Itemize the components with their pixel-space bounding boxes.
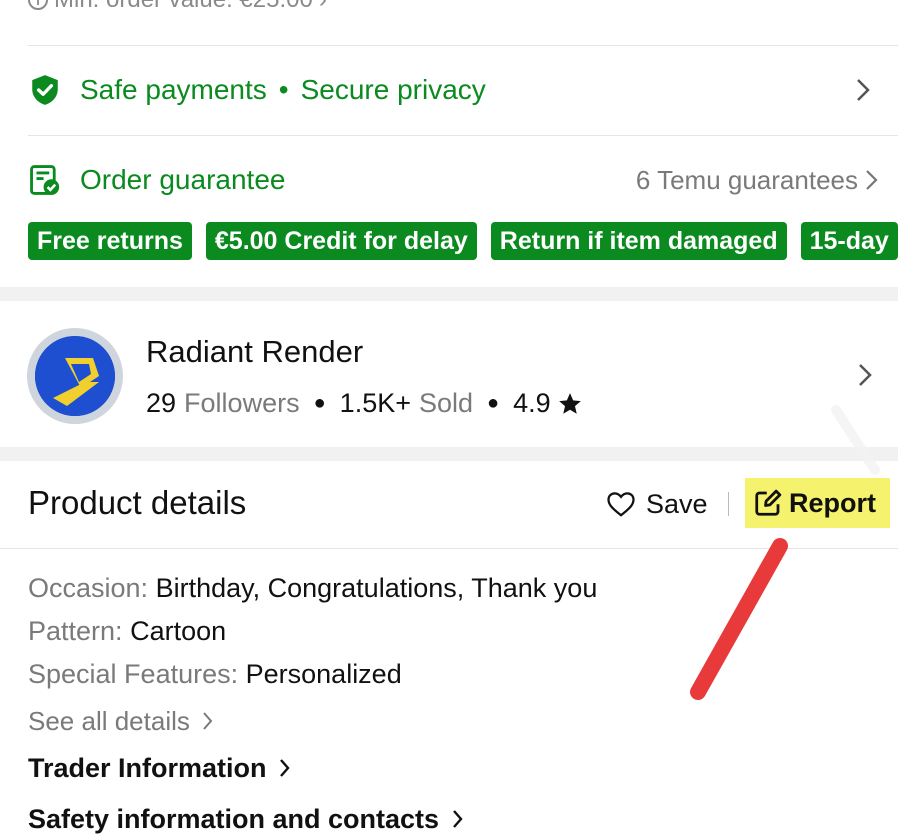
store-logo bbox=[27, 328, 123, 424]
see-all-details-text: See all details bbox=[28, 706, 190, 736]
detail-key: Special Features: bbox=[28, 659, 239, 689]
min-order-text: Min. order value: €25.00 bbox=[54, 0, 313, 14]
trader-information-text: Trader Information bbox=[28, 753, 267, 783]
temu-guarantees-link[interactable]: 6 Temu guarantees bbox=[636, 152, 880, 208]
section-gap bbox=[0, 447, 898, 461]
chevron-right-icon bbox=[857, 79, 870, 101]
followers-label: Followers bbox=[184, 388, 300, 418]
order-guarantee-icon bbox=[30, 165, 60, 195]
product-details-title: Product details bbox=[28, 484, 247, 521]
min-order-value[interactable]: i Min. order value: €25.00 › bbox=[28, 0, 898, 14]
detail-value: Personalized bbox=[245, 659, 402, 689]
detail-row-pattern: Pattern: Cartoon bbox=[28, 616, 226, 647]
store-name: Radiant Render bbox=[146, 334, 364, 369]
guarantee-chip: 15-day bbox=[800, 222, 898, 260]
chevron-right-icon bbox=[859, 364, 872, 386]
see-all-details-link[interactable]: See all details bbox=[28, 706, 215, 737]
chevron-right-icon: › bbox=[319, 0, 327, 14]
shield-check-icon bbox=[32, 75, 58, 105]
guarantee-chip: €5.00 Credit for delay bbox=[205, 222, 477, 260]
safe-payments-row[interactable]: Safe payments • Secure privacy bbox=[28, 60, 898, 120]
detail-key: Occasion: bbox=[28, 573, 149, 603]
detail-row-special-features: Special Features: Personalized bbox=[28, 659, 402, 690]
followers-count: 29 bbox=[146, 388, 177, 418]
divider bbox=[28, 45, 898, 46]
secure-privacy-label: Secure privacy bbox=[300, 74, 486, 105]
separator-dot: ● bbox=[313, 392, 326, 414]
chevron-right-icon bbox=[203, 712, 213, 730]
chevron-right-icon bbox=[452, 810, 463, 828]
heart-icon bbox=[607, 492, 635, 517]
chevron-right-icon bbox=[280, 759, 290, 777]
safe-payments-label: Safe payments bbox=[80, 74, 267, 105]
info-icon: i bbox=[28, 0, 48, 10]
store-card[interactable]: Radiant Render 29 Followers ● 1.5K+ Sold… bbox=[0, 301, 898, 447]
separator-dot: • bbox=[278, 74, 289, 105]
detail-key: Pattern: bbox=[28, 616, 123, 646]
guarantee-chips: Free returns €5.00 Credit for delay Retu… bbox=[28, 222, 898, 260]
store-stats: 29 Followers ● 1.5K+ Sold ● 4.9 bbox=[146, 388, 583, 419]
save-button[interactable]: Save bbox=[606, 484, 708, 524]
order-guarantee-row[interactable]: Order guarantee 6 Temu guarantees bbox=[28, 152, 898, 208]
star-icon bbox=[558, 392, 581, 414]
edit-icon bbox=[755, 489, 782, 516]
save-label: Save bbox=[646, 488, 708, 519]
order-guarantee-label: Order guarantee bbox=[80, 164, 286, 195]
detail-value: Cartoon bbox=[130, 616, 227, 646]
temu-guarantees-text: 6 Temu guarantees bbox=[635, 164, 858, 195]
separator-dot: ● bbox=[487, 392, 500, 414]
sold-label: Sold bbox=[418, 388, 474, 418]
trader-information-link[interactable]: Trader Information bbox=[28, 753, 292, 784]
sold-count: 1.5K+ bbox=[339, 388, 411, 418]
section-gap bbox=[0, 287, 898, 301]
divider bbox=[28, 135, 898, 136]
divider bbox=[0, 548, 898, 549]
chevron-right-icon bbox=[866, 170, 878, 190]
detail-value: Birthday, Congratulations, Thank you bbox=[155, 573, 598, 603]
guarantee-chip: Free returns bbox=[28, 222, 192, 260]
store-logo-graphic bbox=[35, 336, 115, 416]
rating-value: 4.9 bbox=[513, 388, 551, 418]
report-label: Report bbox=[789, 487, 876, 518]
safety-information-link[interactable]: Safety information and contacts bbox=[28, 804, 465, 835]
report-button[interactable]: Report bbox=[745, 478, 890, 528]
divider bbox=[728, 492, 729, 516]
guarantee-chip: Return if item damaged bbox=[490, 222, 787, 260]
detail-row-occasion: Occasion: Birthday, Congratulations, Tha… bbox=[28, 573, 597, 604]
safety-information-text: Safety information and contacts bbox=[28, 804, 440, 834]
